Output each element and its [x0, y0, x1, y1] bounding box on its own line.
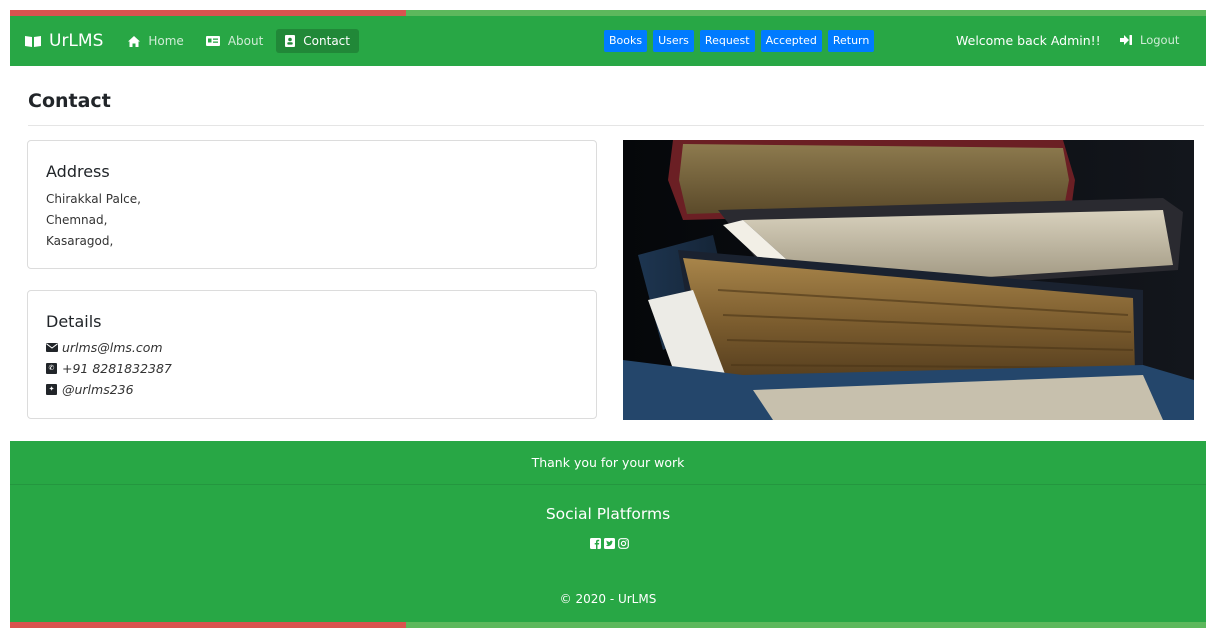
page-frame: UrLMS Home About Contact Books Users Req… — [10, 10, 1206, 628]
title-divider — [28, 125, 1204, 126]
bottom-accent-bar — [10, 622, 1206, 628]
contact-book-icon — [285, 35, 296, 47]
logout-icon — [1120, 35, 1132, 45]
email-text[interactable]: urlms@lms.com — [62, 337, 163, 358]
details-lines: urlms@lms.com ✆ +91 8281832387 ✦ @urlms2… — [46, 337, 172, 400]
nav-contact[interactable]: Contact — [276, 29, 359, 53]
details-heading: Details — [46, 312, 102, 331]
admin-button-group: Books Users Request Accepted Return — [604, 30, 880, 52]
address-card: Address Chirakkal Palce, Chemnad, Kasara… — [27, 140, 597, 269]
email-row: urlms@lms.com — [46, 337, 172, 358]
twitter-square-icon: ✦ — [46, 384, 57, 395]
brand-link[interactable]: UrLMS — [24, 31, 103, 51]
stacked-books-image — [623, 140, 1194, 420]
request-button[interactable]: Request — [699, 30, 755, 52]
logout-label: Logout — [1140, 33, 1180, 47]
facebook-icon[interactable] — [590, 538, 601, 549]
details-card: Details urlms@lms.com ✆ +91 8281832387 ✦… — [27, 290, 597, 419]
welcome-message: Welcome back Admin!! — [956, 33, 1101, 48]
twitter-text[interactable]: @urlms236 — [62, 379, 134, 400]
brand-name: UrLMS — [49, 31, 104, 51]
phone-row: ✆ +91 8281832387 — [46, 358, 172, 379]
return-button[interactable]: Return — [827, 30, 875, 52]
nav-home[interactable]: Home — [119, 29, 192, 53]
address-lines: Chirakkal Palce, Chemnad, Kasaragod, — [46, 189, 141, 252]
id-card-icon — [205, 36, 220, 46]
home-icon — [128, 35, 141, 47]
accent-green-segment — [406, 622, 1206, 628]
page-title: Contact — [28, 90, 111, 112]
nav-about[interactable]: About — [197, 29, 272, 53]
books-button[interactable]: Books — [604, 30, 648, 52]
users-button[interactable]: Users — [653, 30, 694, 52]
phone-square-icon: ✆ — [46, 363, 57, 374]
address-line: Chemnad, — [46, 213, 108, 227]
address-line: Kasaragod, — [46, 234, 114, 248]
navbar: UrLMS Home About Contact Books Users Req… — [10, 16, 1206, 66]
social-icons — [590, 538, 629, 549]
envelope-icon — [46, 343, 58, 352]
address-heading: Address — [46, 162, 110, 181]
logout-link[interactable]: Logout — [1120, 33, 1179, 47]
twitter-icon[interactable] — [604, 538, 615, 549]
footer-thanks: Thank you for your work — [10, 441, 1206, 485]
accent-red-segment — [10, 622, 406, 628]
copyright: © 2020 - UrLMS — [559, 592, 657, 606]
phone-text[interactable]: +91 8281832387 — [62, 358, 172, 379]
nav-about-label: About — [227, 34, 264, 48]
instagram-icon[interactable] — [618, 538, 629, 549]
open-book-icon — [25, 35, 41, 47]
nav-home-label: Home — [148, 34, 184, 48]
footer: Thank you for your work Social Platforms… — [10, 441, 1206, 622]
address-line: Chirakkal Palce, — [46, 192, 141, 206]
twitter-row: ✦ @urlms236 — [46, 379, 172, 400]
social-platforms-heading: Social Platforms — [545, 505, 671, 523]
accepted-button[interactable]: Accepted — [760, 30, 822, 52]
nav-contact-label: Contact — [303, 34, 350, 48]
books-photo — [623, 140, 1194, 420]
